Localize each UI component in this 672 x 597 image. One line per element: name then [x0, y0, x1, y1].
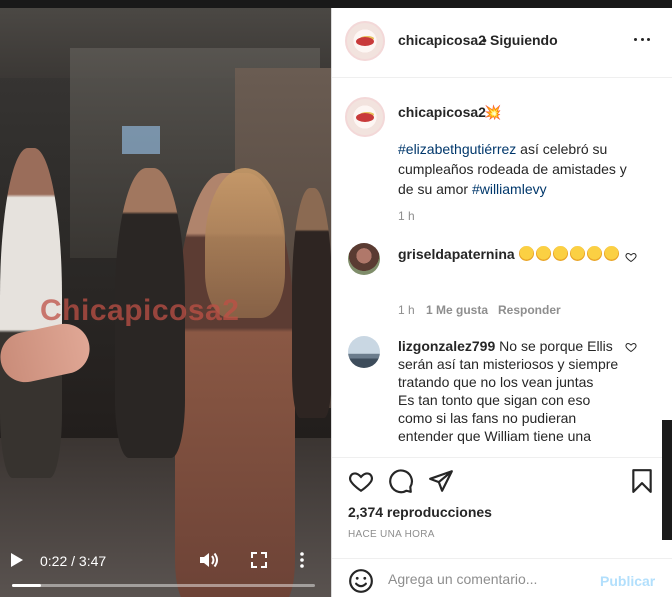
share-icon[interactable] — [428, 468, 454, 494]
emoji-picker-icon[interactable] — [348, 568, 374, 594]
video-time: 0:22 / 3:47 — [40, 553, 107, 569]
like-comment-icon[interactable] — [625, 251, 637, 263]
comments-section[interactable]: chicapicosa2 💥 #elizabethgutiérrez así c… — [332, 79, 672, 457]
like-comment-icon[interactable] — [625, 341, 637, 353]
comment-icon[interactable] — [388, 468, 414, 494]
add-comment-bar: Publicar — [332, 558, 672, 597]
partying-face-emoji — [518, 246, 534, 261]
more-horizontal-icon[interactable] — [634, 38, 650, 42]
caption-text: #elizabethgutiérrez así celebró su cumpl… — [398, 139, 634, 199]
heart-icon[interactable] — [348, 468, 374, 494]
caption-avatar[interactable] — [345, 97, 385, 137]
header-username[interactable]: chicapicosa2 — [398, 32, 486, 48]
header-separator: • — [482, 32, 487, 48]
video-player[interactable]: Chicapicosa2 0:22 / 3:47 — [0, 8, 331, 597]
partying-face-emoji — [569, 246, 585, 261]
comment-avatar[interactable] — [348, 336, 380, 368]
comment-username[interactable]: lizgonzalez799 — [398, 338, 495, 354]
post-time[interactable]: HACE UNA HORA — [348, 529, 435, 540]
reply-label: Responder — [498, 303, 561, 317]
video-progress-fill — [12, 584, 42, 587]
volume-icon[interactable] — [200, 551, 220, 569]
post-panel: chicapicosa2 • Siguiendo chicapicosa2 💥 … — [331, 8, 672, 597]
hashtag-link[interactable]: #elizabethgutiérrez — [398, 141, 516, 157]
video-progress-bar[interactable] — [12, 584, 315, 587]
fullscreen-icon[interactable] — [250, 551, 268, 569]
caption-time[interactable]: 1 h — [398, 209, 415, 223]
partying-face-emoji — [535, 246, 551, 261]
post-actions: 2,374 reproducciones HACE UNA HORA Publi… — [332, 457, 672, 597]
collision-emoji: 💥 — [484, 104, 502, 120]
post-comment-button[interactable]: Publicar — [600, 573, 655, 589]
partying-face-emoji — [552, 246, 568, 261]
hashtag-link[interactable]: #williamlevy — [472, 181, 547, 197]
comment-time[interactable]: 1 h — [398, 303, 415, 317]
partying-face-emoji — [603, 246, 619, 261]
play-icon[interactable] — [8, 551, 26, 569]
instagram-post-modal: Chicapicosa2 0:22 / 3:47 chicapicosa2 • … — [0, 0, 672, 597]
comment-emojis — [518, 246, 621, 262]
reply-button[interactable]: Responder — [498, 303, 561, 317]
partying-face-emoji — [586, 246, 602, 261]
comment: griseldapaternina — [398, 245, 623, 263]
video-watermark: Chicapicosa2 — [40, 294, 240, 327]
video-controls: 0:22 / 3:47 — [0, 541, 331, 597]
more-vertical-icon[interactable] — [296, 551, 308, 569]
video-scene-tv-screen — [122, 126, 160, 154]
video-scene-guest-right — [292, 188, 331, 418]
follow-status-button[interactable]: Siguiendo — [490, 32, 558, 48]
comment-likes-label: 1 Me gusta — [426, 303, 489, 317]
post-header: chicapicosa2 • Siguiendo — [332, 8, 672, 78]
comment-avatar[interactable] — [348, 243, 380, 275]
comment-input[interactable] — [388, 571, 588, 587]
view-count[interactable]: 2,374 reproducciones — [348, 504, 492, 520]
background-strip — [662, 420, 672, 540]
caption-username[interactable]: chicapicosa2 — [398, 104, 486, 120]
comment-text-continued: Es tan tonto que sigan con eso como si l… — [398, 392, 592, 444]
comment-username[interactable]: griseldapaternina — [398, 246, 515, 262]
comment: lizgonzalez799 No se porque Ellis serán … — [398, 337, 623, 445]
bookmark-icon[interactable] — [629, 468, 655, 494]
comment-likes[interactable]: 1 Me gusta — [426, 303, 488, 317]
avatar[interactable] — [345, 21, 385, 61]
